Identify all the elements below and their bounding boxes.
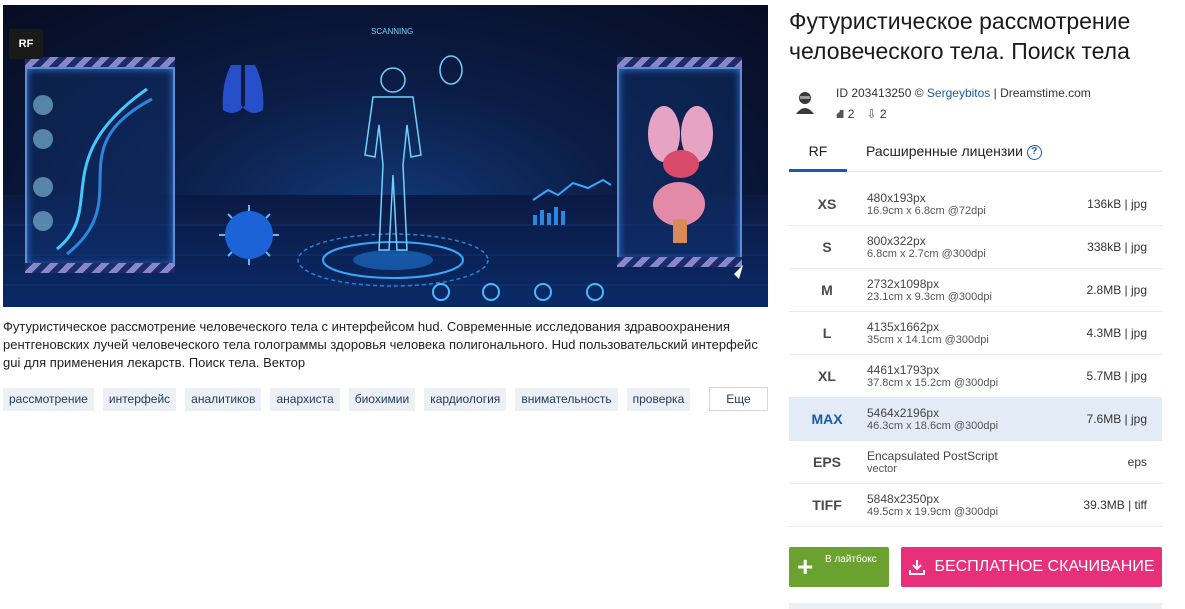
more-tags-button[interactable]: Еще <box>709 387 768 411</box>
size-row-xs[interactable]: XS 480x193px 16.9cm x 6.8cm @72dpi 136kB… <box>789 183 1162 226</box>
size-code: XL <box>818 368 836 384</box>
tag-list: рассмотрение интерфейс аналитиков анархи… <box>3 388 768 411</box>
size-row-max[interactable]: MAX 5464x2196px 46.3cm x 18.6cm @300dpi … <box>789 398 1162 441</box>
size-file-info: 338kB | jpg <box>1087 240 1147 254</box>
size-physical: 46.3cm x 18.6cm @300dpi <box>867 420 999 432</box>
size-file-info: 2.8MB | jpg <box>1086 283 1147 297</box>
size-physical: vector <box>867 463 897 475</box>
page-title: Футуристическое рассмотрение человеческо… <box>789 8 1131 64</box>
image-source: | Dreamstime.com <box>993 86 1091 100</box>
add-to-lightbox-button[interactable]: + В лайтбокс <box>789 547 889 587</box>
downloads-stat: ⇩ 2 <box>866 107 886 123</box>
views-stat: ⛘ 2 <box>836 107 854 123</box>
panel-stripe <box>617 57 742 67</box>
size-row-s[interactable]: S 800x322px 6.8cm x 2.7cm @300dpi 338kB … <box>789 226 1162 269</box>
size-dimensions: 5464x2196px <box>867 406 940 420</box>
share-arrow-icon[interactable] <box>725 263 745 283</box>
size-physical: 6.8cm x 2.7cm @300dpi <box>867 248 986 260</box>
size-physical: 37.8cm x 15.2cm @300dpi <box>867 377 999 389</box>
size-dimensions: 5848x2350px <box>867 492 940 506</box>
tag-item[interactable]: проверка <box>626 388 691 411</box>
size-code: MAX <box>811 411 843 427</box>
size-file-info: eps <box>1127 455 1147 469</box>
tab-extended-label: Расширенные лицензии <box>866 143 1023 159</box>
tab-extended-licenses[interactable]: Расширенные лицензии ? <box>866 134 1042 172</box>
image-id: ID 203413250 © <box>836 86 924 100</box>
size-code: S <box>822 239 832 255</box>
image-caption: Футуристическое рассмотрение человеческо… <box>3 319 758 370</box>
size-file-info: 5.7MB | jpg <box>1086 369 1147 383</box>
size-dimensions: 480x193px <box>867 191 926 205</box>
dna-panel <box>25 67 175 267</box>
size-physical: 49.5cm x 19.9cm @300dpi <box>867 506 999 518</box>
tag-item[interactable]: биохимии <box>348 388 416 411</box>
views-icon: ⛘ <box>836 107 845 121</box>
panel-stripe <box>25 263 175 273</box>
organs-panel <box>617 67 742 262</box>
preview-image[interactable]: SCANNING RF <box>3 5 768 307</box>
tag-item[interactable]: аналитиков <box>185 388 262 411</box>
size-physical: 35cm x 14.1cm @300dpi <box>867 334 989 346</box>
size-code: TIFF <box>812 497 842 513</box>
size-code: M <box>821 282 833 298</box>
size-code: XS <box>817 196 837 212</box>
organs-icon <box>648 106 713 243</box>
tag-item[interactable]: рассмотрение <box>3 388 94 411</box>
size-file-info: 4.3MB | jpg <box>1086 326 1147 340</box>
panel-stripe <box>617 257 742 267</box>
dna-helix-icon <box>33 87 153 256</box>
size-dimensions: Encapsulated PostScript <box>867 449 998 463</box>
tag-item[interactable]: кардиология <box>424 388 507 411</box>
size-list: XS 480x193px 16.9cm x 6.8cm @72dpi 136kB… <box>789 183 1162 527</box>
size-dimensions: 800x322px <box>867 234 926 248</box>
image-meta: ID 203413250 © Sergeybitos | Dreamstime.… <box>836 86 1091 100</box>
size-dimensions: 4135x1662px <box>867 320 940 334</box>
image-stats: ⛘ 2 ⇩ 2 <box>836 107 887 123</box>
size-physical: 23.1cm x 9.3cm @300dpi <box>867 291 992 303</box>
views-count: 2 <box>847 107 855 121</box>
download-icon <box>909 560 926 575</box>
size-row-tiff[interactable]: TIFF 5848x2350px 49.5cm x 19.9cm @300dpi… <box>789 484 1162 527</box>
size-dimensions: 2732x1098px <box>867 277 940 291</box>
tab-rf[interactable]: RF <box>789 134 847 172</box>
author-link[interactable]: Sergeybitos <box>927 86 990 100</box>
downloads-icon: ⇩ <box>866 107 877 121</box>
panel-stripe <box>25 57 175 67</box>
free-download-button[interactable]: БЕСПЛАТНОЕ СКАЧИВАНИЕ <box>901 547 1162 587</box>
size-file-info: 39.3MB | tiff <box>1083 498 1147 512</box>
author-avatar-icon[interactable] <box>794 90 816 114</box>
size-file-info: 7.6MB | jpg <box>1086 412 1147 426</box>
size-physical: 16.9cm x 6.8cm @72dpi <box>867 205 986 217</box>
tag-item[interactable]: интерфейс <box>102 388 177 411</box>
rf-badge: RF <box>9 29 43 59</box>
lightbox-label: В лайтбокс <box>825 554 877 565</box>
svg-text:SCANNING: SCANNING <box>371 27 413 36</box>
size-row-l[interactable]: L 4135x1662px 35cm x 14.1cm @300dpi 4.3M… <box>789 312 1162 355</box>
downloads-count: 2 <box>879 107 887 121</box>
tag-item[interactable]: анархиста <box>270 388 340 411</box>
help-icon[interactable]: ? <box>1026 144 1042 160</box>
download-label: БЕСПЛАТНОЕ СКАЧИВАНИЕ <box>934 558 1155 575</box>
size-row-xl[interactable]: XL 4461x1793px 37.8cm x 15.2cm @300dpi 5… <box>789 355 1162 398</box>
size-dimensions: 4461x1793px <box>867 363 940 377</box>
size-row-eps[interactable]: EPS Encapsulated PostScript vector eps <box>789 441 1162 484</box>
size-code: L <box>822 325 832 341</box>
size-file-info: 136kB | jpg <box>1087 197 1147 211</box>
tag-item[interactable]: внимательность <box>515 388 618 411</box>
plus-icon: + <box>797 551 814 582</box>
license-tabs: RF Расширенные лицензии ? <box>789 134 1162 172</box>
size-code: EPS <box>812 454 841 470</box>
size-row-m[interactable]: M 2732x1098px 23.1cm x 9.3cm @300dpi 2.8… <box>789 269 1162 312</box>
bottom-divider <box>789 603 1162 609</box>
